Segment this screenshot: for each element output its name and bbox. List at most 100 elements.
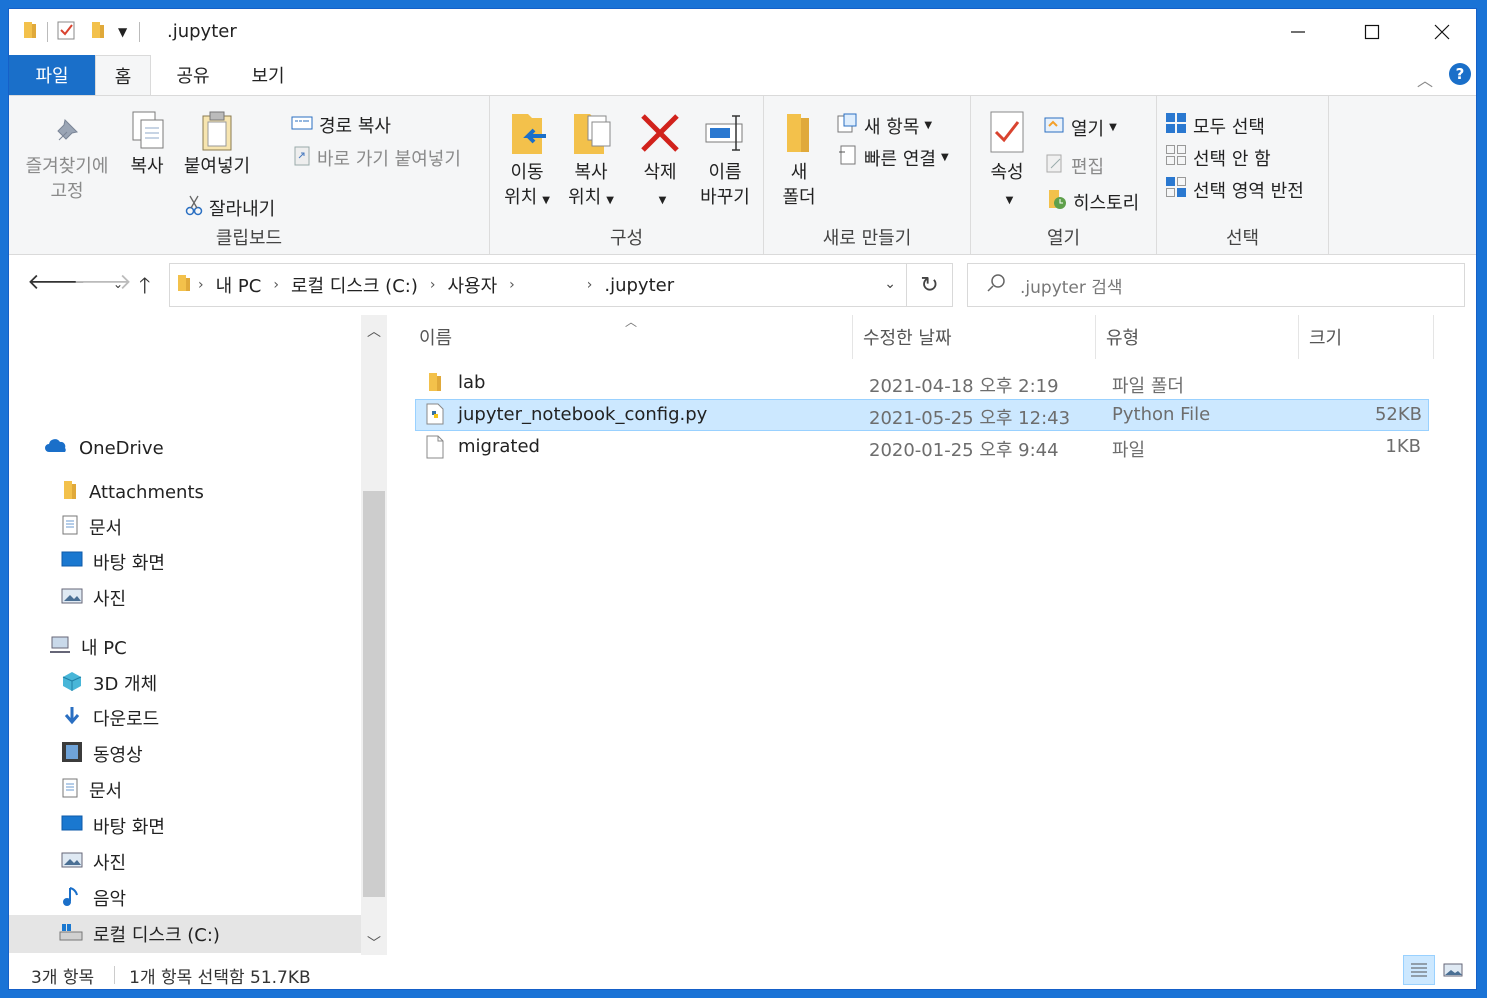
clipboard-group-label: 클립보드 [215,228,283,249]
help-icon[interactable]: ? [1449,63,1471,85]
nav-pictures-pc-label: 사진 [93,853,127,874]
paste-shortcut-icon [293,144,311,171]
collapse-ribbon-icon[interactable]: ︿ [1417,67,1433,91]
new-item-label: 새 항목 [864,116,920,138]
copy-to-label-2: 위치 [568,187,602,208]
breadcrumb-chevron-icon[interactable]: › [273,277,279,293]
breadcrumb-this-pc[interactable]: 내 PC [216,272,262,298]
file-name: lab [458,372,486,393]
properties-icon[interactable] [56,20,76,45]
history-button[interactable]: 히스토리 [1047,188,1139,215]
invert-selection-button[interactable]: 선택 영역 반전 [1165,176,1304,203]
nav-onedrive[interactable]: OneDrive [45,431,164,465]
new-folder-icon[interactable] [90,20,106,45]
move-to-button[interactable]: 이동 위치 ▼ [498,110,556,213]
new-group-label: 새로 만들기 [822,228,912,249]
address-history-chevron-icon[interactable]: ⌄ [884,276,896,292]
breadcrumb-chevron-icon[interactable]: › [430,277,436,293]
rename-button[interactable]: 이름 바꾸기 [694,110,756,210]
nav-documents-onedrive[interactable]: 문서 [61,510,122,544]
rename-label-2: 바꾸기 [700,187,750,208]
recent-locations-chevron-icon[interactable]: ⌄ [113,277,123,291]
pin-label-1: 즐겨찾기에 [25,156,109,177]
details-view-icon[interactable] [1403,955,1435,985]
delete-button[interactable]: 삭제 ▼ [634,110,686,213]
maximize-button[interactable] [1337,9,1407,55]
desktop-icon [61,815,83,838]
breadcrumb-chevron-icon[interactable]: › [509,277,515,293]
scrollbar-thumb[interactable] [363,491,385,897]
address-bar[interactable]: › 내 PC › 로컬 디스크 (C:) › 사용자 › › .jupyter … [169,263,907,307]
pictures-icon [61,851,83,874]
column-header-type[interactable]: 유형 [1096,315,1299,359]
select-all-label: 모두 선택 [1193,116,1265,138]
copy-path-button[interactable]: 경로 복사 [291,112,391,138]
nav-music[interactable]: 음악 [61,881,126,915]
nav-3d-objects[interactable]: 3D 개체 [61,666,157,700]
file-row-jupyter-config[interactable]: jupyter_notebook_config.py 2021-05-25 오후… [415,399,1429,431]
folder-icon [176,273,192,298]
edit-button[interactable]: 편집 [1045,152,1104,179]
scroll-down-icon[interactable]: ﹀ [361,933,387,953]
customize-dropdown-icon[interactable]: ▼ [118,25,127,39]
properties-label: 속성 [990,162,1024,183]
nav-downloads[interactable]: 다운로드 [61,701,159,735]
tab-view[interactable]: 보기 [235,55,301,95]
large-icons-view-icon[interactable] [1437,955,1469,985]
clipboard-group: 즐겨찾기에 고정 복사 붙여넣기 경로 복사 바로 가기 붙여넣기 잘라내기 클… [9,96,490,254]
nav-documents[interactable]: 문서 [61,773,122,807]
nav-this-pc[interactable]: 내 PC [49,630,127,664]
new-item-button[interactable]: 새 항목 ▼ [836,112,932,139]
file-row-migrated[interactable]: migrated 2020-01-25 오후 9:44 파일 1KB [415,432,1429,464]
column-header-name[interactable]: 이름 [409,315,853,359]
scroll-up-icon[interactable]: ︿ [361,321,387,341]
cut-button[interactable]: 잘라내기 [185,194,275,221]
breadcrumb-users[interactable]: 사용자 [447,272,497,298]
minimize-button[interactable] [1263,9,1333,55]
nav-attachments[interactable]: Attachments [61,475,204,509]
breadcrumb-local-disk[interactable]: 로컬 디스크 (C:) [291,272,418,298]
copy-button[interactable]: 복사 [121,110,173,179]
pin-to-quick-access-button[interactable]: 즐겨찾기에 고정 [17,110,117,204]
close-button[interactable] [1407,9,1477,55]
breadcrumb-chevron-icon[interactable]: › [587,277,593,293]
search-box[interactable]: .jupyter 검색 [967,263,1465,307]
tab-file[interactable]: 파일 [9,55,95,95]
copy-to-button[interactable]: 복사 위치 ▼ [562,110,620,213]
up-arrow-icon[interactable]: 🡑 [139,269,150,307]
search-placeholder: .jupyter 검색 [1020,277,1123,298]
new-folder-button[interactable]: 새 폴더 [772,110,826,210]
refresh-icon[interactable]: ↻ [907,263,953,307]
nav-local-disk[interactable]: 로컬 디스크 (C:) [9,915,361,953]
column-header-size[interactable]: 크기 [1299,315,1434,359]
nav-desktop[interactable]: 바탕 화면 [61,809,165,843]
breadcrumb-current[interactable]: .jupyter [604,275,674,296]
easy-access-button[interactable]: 빠른 연결 ▼ [838,144,949,171]
select-none-button[interactable]: 선택 안 함 [1165,144,1271,171]
paste-shortcut-button[interactable]: 바로 가기 붙여넣기 [293,144,461,171]
nav-pictures[interactable]: 사진 [61,845,126,879]
forward-arrow-icon[interactable]: 🡒 [73,269,132,295]
nav-desktop-onedrive[interactable]: 바탕 화면 [61,545,165,579]
breadcrumb-chevron-icon[interactable]: › [198,277,204,293]
organize-group-label: 구성 [609,228,644,249]
tab-share[interactable]: 공유 [161,55,225,95]
select-all-button[interactable]: 모두 선택 [1165,112,1265,139]
easy-access-icon [838,144,858,171]
file-row-lab[interactable]: lab 2021-04-18 오후 2:19 파일 폴더 [415,368,1429,400]
new-folder-label-1: 새 [790,162,808,183]
file-list: ︿ 이름 수정한 날짜 유형 크기 lab 2021-04-18 오후 2:19… [409,315,1439,949]
nav-videos[interactable]: 동영상 [61,737,143,771]
open-button[interactable]: 열기 ▼ [1043,114,1117,141]
paste-button[interactable]: 붙여넣기 [177,110,257,179]
nav-pictures-label: 사진 [93,589,127,610]
copy-label: 복사 [130,156,164,177]
copy-to-icon [570,110,612,156]
tab-home[interactable]: 홈 [95,55,151,96]
properties-button[interactable]: 속성 ▼ [981,110,1033,213]
computer-icon [49,635,71,660]
nav-pictures-onedrive[interactable]: 사진 [61,581,126,615]
file-type: Python File [1112,404,1211,425]
nav-scrollbar[interactable]: ︿ ﹀ [361,315,387,955]
column-header-modified[interactable]: 수정한 날짜 [853,315,1096,359]
